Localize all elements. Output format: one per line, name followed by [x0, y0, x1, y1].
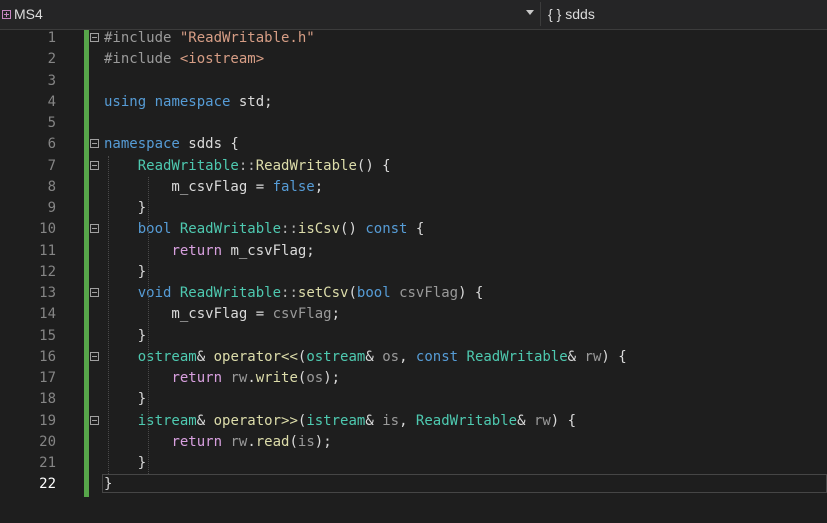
code-line[interactable]: 12 } [0, 262, 827, 283]
code-line[interactable]: 20 return rw.read(is); [0, 432, 827, 453]
code-line[interactable]: 17 return rw.write(os); [0, 368, 827, 389]
project-scope-icon [2, 9, 11, 19]
code-text: } [104, 327, 147, 344]
code-line[interactable]: 4 using namespace std; [0, 92, 827, 113]
scope-dropdown[interactable]: MS4 [0, 2, 541, 26]
code-line[interactable]: 10 bool ReadWritable::isCsv() const { [0, 219, 827, 240]
code-text: void ReadWritable::setCsv(bool csvFlag) … [137, 285, 484, 301]
line-number: 8 [47, 178, 56, 195]
indent-guide [148, 176, 149, 475]
line-number: 19 [39, 412, 56, 429]
code-line[interactable]: 11 return m_csvFlag; [0, 241, 827, 262]
code-line[interactable]: 13 void ReadWritable::setCsv(bool csvFla… [0, 283, 827, 304]
line-number: 7 [47, 157, 56, 174]
code-line[interactable]: 7 ReadWritable::ReadWritable() { [0, 156, 827, 177]
code-line[interactable]: 9 } [0, 198, 827, 219]
code-text: } [104, 263, 147, 280]
line-number: 20 [39, 433, 56, 450]
collapse-icon[interactable] [90, 160, 99, 170]
current-line-highlight [102, 474, 827, 494]
code-text: return rw.write(os); [171, 370, 341, 386]
line-number: 17 [39, 370, 56, 386]
code-line[interactable]: 6 namespace sdds { [0, 134, 827, 155]
line-number: 10 [39, 221, 56, 238]
collapse-icon[interactable] [90, 415, 99, 425]
code-line[interactable]: 21 } [0, 453, 827, 474]
code-line[interactable]: 15 } [0, 326, 827, 347]
code-text: using namespace std; [104, 93, 273, 110]
code-line[interactable]: 18 } [0, 389, 827, 410]
code-line[interactable]: 2 #include <iostream> [0, 49, 827, 70]
code-text: } [104, 455, 147, 471]
indent-guide [108, 155, 109, 475]
collapse-icon[interactable] [90, 33, 99, 42]
code-editor[interactable]: 1 #include "ReadWritable.h" 2 #include <ios… [0, 30, 827, 523]
line-number: 22 [39, 476, 56, 493]
code-line[interactable]: 5 [0, 113, 827, 134]
line-number: 9 [47, 200, 56, 216]
code-text: #include <iostream> [104, 51, 265, 68]
line-number: 16 [39, 348, 56, 365]
scope-label: MS4 [14, 6, 43, 22]
line-number: 6 [47, 136, 56, 153]
line-number: 3 [47, 72, 56, 89]
code-line[interactable]: 19 istream& operator>>(istream& is, Read… [0, 411, 827, 432]
editor-navigation-bar: MS4 { } sdds [0, 0, 827, 30]
line-number: 5 [47, 115, 56, 131]
code-line[interactable]: 22} [0, 474, 827, 495]
collapse-icon[interactable] [90, 139, 99, 149]
code-line[interactable]: 16 ostream& operator<<(ostream& os, cons… [0, 347, 827, 368]
code-text: m_csvFlag = false; [104, 178, 324, 195]
code-text: istream& operator>>(istream& is, ReadWri… [137, 412, 577, 429]
code-line[interactable]: 14 m_csvFlag = csvFlag; [0, 304, 827, 325]
code-text: } [104, 200, 147, 216]
code-line[interactable]: 8 m_csvFlag = false; [0, 177, 827, 198]
line-number: 1 [47, 30, 56, 46]
line-number: 12 [39, 263, 56, 280]
line-number: 14 [39, 306, 56, 323]
collapse-icon[interactable] [90, 288, 99, 297]
code-text: namespace sdds { [104, 136, 239, 153]
line-number: 4 [47, 93, 56, 110]
line-number: 15 [39, 327, 56, 344]
line-number: 2 [47, 51, 56, 68]
member-dropdown[interactable]: { } sdds [548, 2, 595, 26]
code-text: return rw.read(is); [171, 433, 332, 450]
code-line[interactable]: 3 [0, 71, 827, 92]
line-number: 11 [39, 242, 56, 259]
line-number: 21 [39, 455, 56, 471]
code-text: bool ReadWritable::isCsv() const { [137, 221, 425, 238]
code-text: } [104, 391, 147, 408]
code-text: #include "ReadWritable.h" [104, 30, 315, 46]
collapse-icon[interactable] [90, 224, 99, 234]
code-text: ReadWritable::ReadWritable() { [137, 157, 391, 174]
chevron-down-icon[interactable] [526, 10, 534, 15]
code-text: m_csvFlag = csvFlag; [104, 306, 341, 323]
line-number: 13 [39, 285, 56, 301]
member-label: sdds [565, 6, 595, 22]
code-line[interactable]: 1 #include "ReadWritable.h" [0, 28, 827, 49]
code-text: return m_csvFlag; [171, 242, 315, 259]
collapse-icon[interactable] [90, 351, 99, 361]
namespace-icon: { } [548, 6, 562, 22]
code-text: ostream& operator<<(ostream& os, const R… [137, 348, 627, 365]
line-number: 18 [39, 391, 56, 408]
code-text: } [104, 476, 113, 493]
